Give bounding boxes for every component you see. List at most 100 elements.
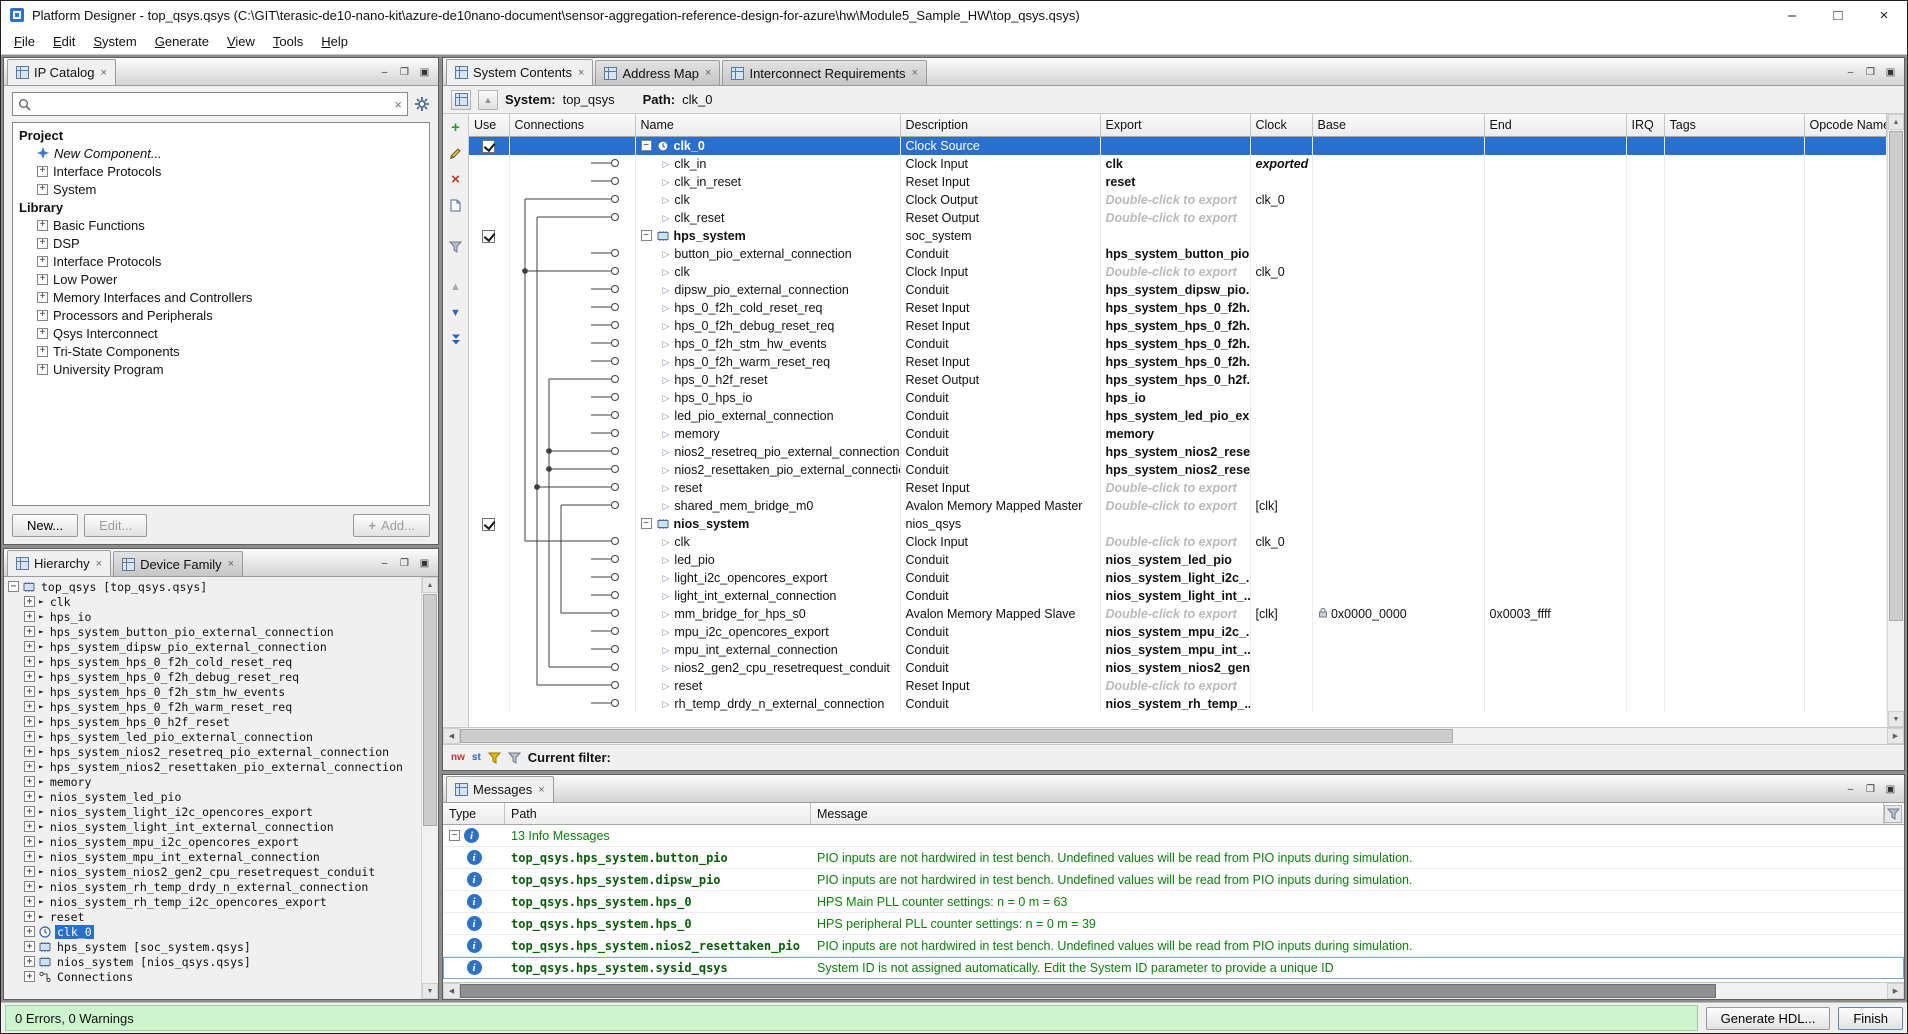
hierarchy-tab-device-family[interactable]: Device Family× bbox=[113, 551, 243, 576]
export-cell[interactable]: clk bbox=[1100, 155, 1250, 173]
generate-hdl-button[interactable]: Generate HDL... bbox=[1706, 1007, 1831, 1030]
hierarchy-item-clk-0[interactable]: +clk_0 bbox=[4, 924, 421, 939]
clock-cell[interactable] bbox=[1250, 136, 1312, 155]
ip-catalog-item-dsp[interactable]: +DSP bbox=[13, 234, 429, 252]
message-row[interactable]: itop_qsys.hps_system.hps_0HPS Main PLL c… bbox=[443, 891, 1904, 913]
system-row-nios2-gen2-cpu-resetrequest-conduit[interactable]: ▷nios2_gen2_cpu_resetrequest_conduitCond… bbox=[469, 659, 1887, 677]
export-cell[interactable]: nios_system_light_int_... bbox=[1100, 587, 1250, 605]
scrollbar-thumb[interactable] bbox=[460, 729, 1453, 743]
table-vertical-scrollbar[interactable]: ▲ ▼ bbox=[1887, 114, 1904, 727]
system-row-hps-0-hps-io[interactable]: ▷hps_0_hps_ioConduithps_io bbox=[469, 389, 1887, 407]
system-row-mpu-i2c-opencores-export[interactable]: ▷mpu_i2c_opencores_exportConduitnios_sys… bbox=[469, 623, 1887, 641]
expander-icon[interactable]: + bbox=[37, 328, 48, 339]
connections-cell[interactable] bbox=[509, 136, 635, 155]
expander-icon[interactable]: + bbox=[37, 292, 48, 303]
clock-cell[interactable] bbox=[1250, 515, 1312, 533]
connections-cell[interactable] bbox=[509, 191, 635, 209]
ip-catalog-item-system[interactable]: +System bbox=[13, 180, 429, 198]
base-cell[interactable] bbox=[1312, 461, 1484, 479]
expander-icon[interactable]: + bbox=[24, 656, 35, 667]
hierarchy-item-reset[interactable]: +►reset bbox=[4, 909, 421, 924]
clock-cell[interactable] bbox=[1250, 623, 1312, 641]
connections-cell[interactable] bbox=[509, 371, 635, 389]
base-cell[interactable] bbox=[1312, 173, 1484, 191]
use-checkbox[interactable] bbox=[482, 518, 495, 531]
system-row-clk[interactable]: ▷clkClock OutputDouble-click to exportcl… bbox=[469, 191, 1887, 209]
base-cell[interactable] bbox=[1312, 263, 1484, 281]
connections-cell[interactable] bbox=[509, 425, 635, 443]
base-cell[interactable] bbox=[1312, 407, 1484, 425]
hierarchy-item-memory[interactable]: +►memory bbox=[4, 774, 421, 789]
panel-float-icon[interactable]: ❐ bbox=[1863, 783, 1878, 796]
panel-float-icon[interactable]: ❐ bbox=[397, 557, 412, 570]
hierarchy-item-clk[interactable]: +►clk bbox=[4, 594, 421, 609]
base-cell[interactable] bbox=[1312, 425, 1484, 443]
message-row[interactable]: itop_qsys.hps_system.dipsw_pioPIO inputs… bbox=[443, 869, 1904, 891]
expander-icon[interactable]: − bbox=[641, 518, 652, 529]
export-cell[interactable] bbox=[1100, 227, 1250, 245]
expander-icon[interactable]: + bbox=[37, 238, 48, 249]
export-document-button[interactable] bbox=[447, 197, 465, 214]
menu-edit[interactable]: Edit bbox=[44, 30, 84, 53]
move-down-button[interactable]: ▼ bbox=[447, 305, 465, 322]
hierarchy-item-connections[interactable]: +Connections bbox=[4, 969, 421, 984]
connections-cell[interactable] bbox=[509, 443, 635, 461]
column-header-irq[interactable]: IRQ bbox=[1626, 114, 1664, 136]
expander-icon[interactable]: + bbox=[24, 896, 35, 907]
clock-cell[interactable] bbox=[1250, 371, 1312, 389]
ip-catalog-item-qsys-interconnect[interactable]: +Qsys Interconnect bbox=[13, 324, 429, 342]
clock-cell[interactable] bbox=[1250, 317, 1312, 335]
clock-cell[interactable] bbox=[1250, 353, 1312, 371]
connections-cell[interactable] bbox=[509, 497, 635, 515]
hierarchy-item-hps-system-soc-system-qsys[interactable]: +hps_system [soc_system.qsys] bbox=[4, 939, 421, 954]
column-header-export[interactable]: Export bbox=[1100, 114, 1250, 136]
toolbar-grid-icon[interactable] bbox=[451, 90, 471, 110]
edit-filter-funnel-icon[interactable] bbox=[488, 752, 501, 764]
expander-icon[interactable]: + bbox=[24, 851, 35, 862]
export-cell[interactable]: Double-click to export bbox=[1100, 533, 1250, 551]
finish-button[interactable]: Finish bbox=[1838, 1007, 1903, 1030]
move-to-bottom-button[interactable] bbox=[447, 331, 465, 348]
expander-icon[interactable]: + bbox=[24, 806, 35, 817]
system-row-clk-in-reset[interactable]: ▷clk_in_resetReset Inputreset bbox=[469, 173, 1887, 191]
system-row-reset[interactable]: ▷resetReset InputDouble-click to export bbox=[469, 677, 1887, 695]
connections-cell[interactable] bbox=[509, 587, 635, 605]
menu-file[interactable]: File bbox=[5, 30, 44, 53]
panel-float-icon[interactable]: ❐ bbox=[1863, 66, 1878, 79]
system-row-hps-0-f2h-debug-reset-req[interactable]: ▷hps_0_f2h_debug_reset_reqReset Inputhps… bbox=[469, 317, 1887, 335]
add-component-button[interactable]: + bbox=[447, 119, 465, 136]
clock-cell[interactable] bbox=[1250, 389, 1312, 407]
tab-close-icon[interactable]: × bbox=[578, 67, 584, 79]
panel-minimize-icon[interactable]: – bbox=[1843, 66, 1858, 79]
export-cell[interactable]: Double-click to export bbox=[1100, 209, 1250, 227]
expander-icon[interactable]: + bbox=[24, 596, 35, 607]
export-cell[interactable]: nios_system_rh_temp_... bbox=[1100, 695, 1250, 713]
expander-icon[interactable]: + bbox=[24, 971, 35, 982]
panel-minimize-icon[interactable]: – bbox=[377, 557, 392, 570]
clock-cell[interactable]: clk_0 bbox=[1250, 263, 1312, 281]
hierarchy-item-hps-system-nios2-resetreq-pio-external-connection[interactable]: +►hps_system_nios2_resetreq_pio_external… bbox=[4, 744, 421, 759]
export-cell[interactable]: memory bbox=[1100, 425, 1250, 443]
ip-catalog-tab-ip-catalog[interactable]: IP Catalog× bbox=[7, 59, 116, 85]
clock-cell[interactable] bbox=[1250, 407, 1312, 425]
expander-icon[interactable]: + bbox=[24, 746, 35, 757]
add-button[interactable]: +Add... bbox=[353, 514, 430, 537]
connections-cell[interactable] bbox=[509, 407, 635, 425]
show-names-toggle-icon[interactable]: nw bbox=[451, 752, 465, 763]
hierarchy-item-nios-system-led-pio[interactable]: +►nios_system_led_pio bbox=[4, 789, 421, 804]
system-tab-system-contents[interactable]: System Contents× bbox=[446, 59, 593, 85]
hierarchy-item-nios-system-light-i2c-opencores-export[interactable]: +►nios_system_light_i2c_opencores_export bbox=[4, 804, 421, 819]
hierarchy-item-nios-system-nios2-gen2-cpu-resetrequest-conduit[interactable]: +►nios_system_nios2_gen2_cpu_resetreques… bbox=[4, 864, 421, 879]
base-cell[interactable] bbox=[1312, 677, 1484, 695]
tab-close-icon[interactable]: × bbox=[912, 67, 918, 79]
base-cell[interactable] bbox=[1312, 335, 1484, 353]
clock-cell[interactable] bbox=[1250, 641, 1312, 659]
expander-icon[interactable]: + bbox=[37, 274, 48, 285]
edit-component-button[interactable] bbox=[447, 145, 465, 162]
connections-cell[interactable] bbox=[509, 533, 635, 551]
base-cell[interactable] bbox=[1312, 299, 1484, 317]
messages-horizontal-scrollbar[interactable]: ◀ ▶ bbox=[443, 982, 1904, 999]
column-header-description[interactable]: Description bbox=[900, 114, 1100, 136]
new-button[interactable]: New... bbox=[12, 514, 78, 537]
base-cell[interactable] bbox=[1312, 191, 1484, 209]
